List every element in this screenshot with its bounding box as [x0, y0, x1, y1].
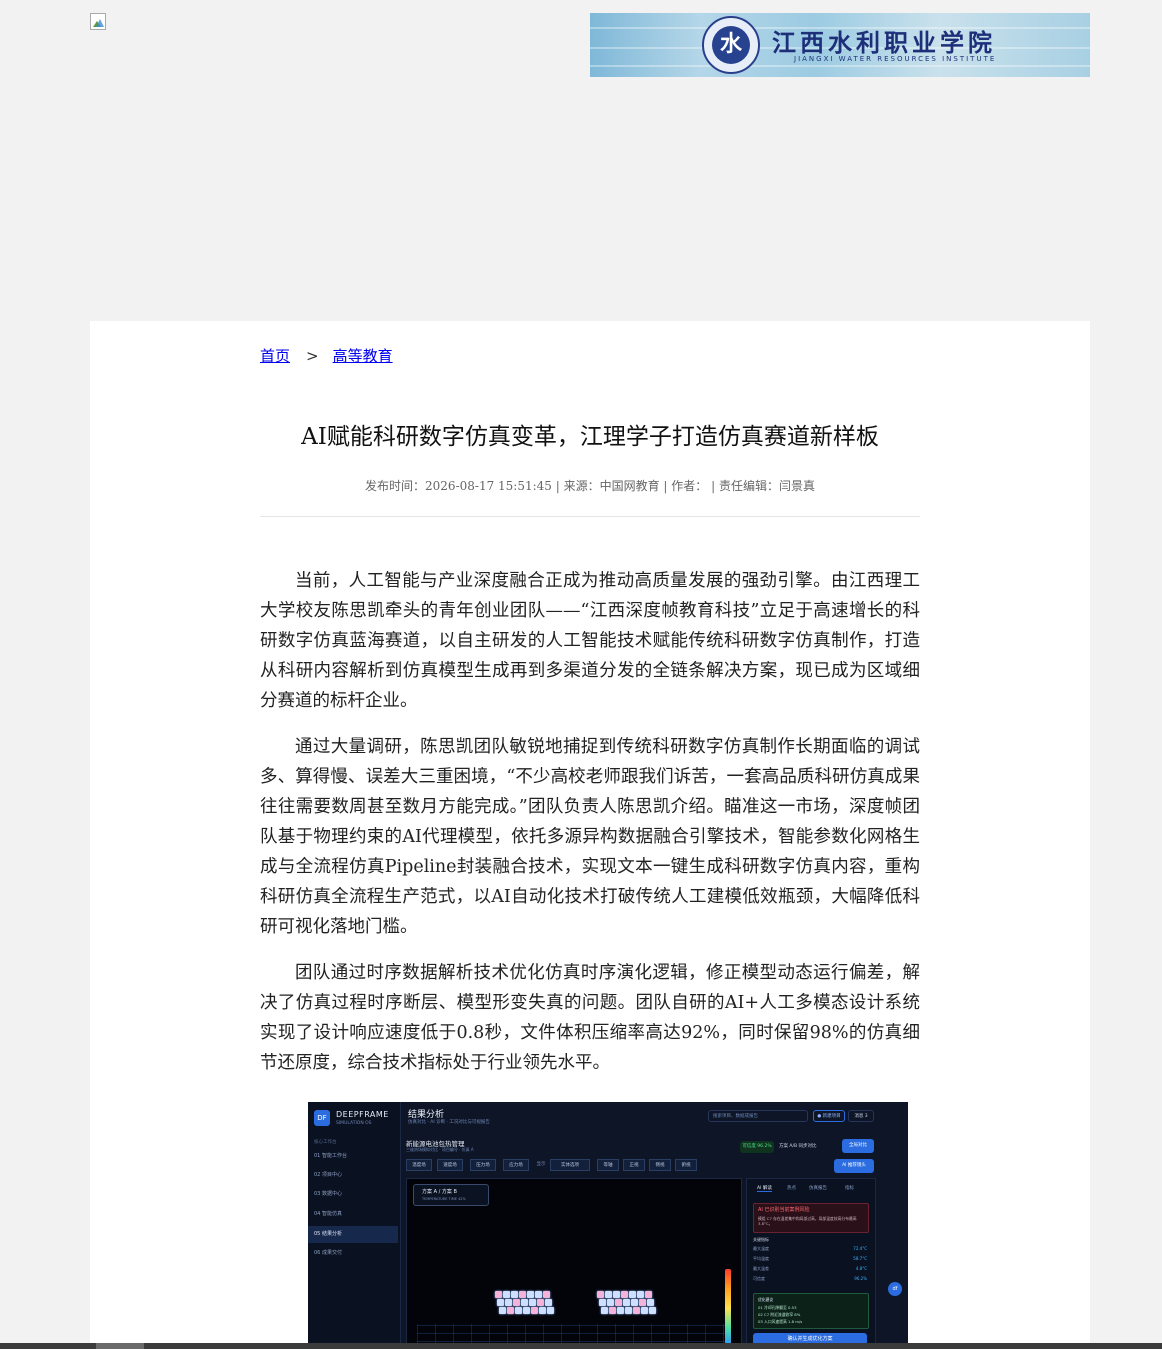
article-figure: DF DEEPFRAME SIMULATION OS 核心工作台 01 智能工作…: [308, 1102, 908, 1349]
figure-3d-viewport: 方案 A / 方案 B TEMPERATURE TIME 42%: [406, 1178, 742, 1349]
figure-panel-tab: 仿真报告: [809, 1186, 827, 1191]
figure-panel-tab: 指标: [845, 1186, 854, 1191]
figure-legend: 方案 A / 方案 B TEMPERATURE TIME 42%: [413, 1184, 489, 1206]
figure-brand-sub: SIMULATION OS: [336, 1121, 372, 1126]
figure-ai-button: AI 推荐镜头: [834, 1159, 874, 1173]
figure-nav-item: 01 智能工作台: [314, 1153, 347, 1159]
breadcrumb-separator: >: [306, 347, 319, 365]
article-body: 当前，人工智能与产业深度融合正成为推动高质量发展的强劲引擎。由江西理工大学校友陈…: [260, 566, 920, 1094]
broken-image-icon: [90, 13, 106, 30]
figure-tab: 俯视: [675, 1159, 697, 1171]
figure-brand: DEEPFRAME: [336, 1110, 389, 1119]
figure-tab-prefix: 显示: [536, 1162, 546, 1167]
scrollbar-thumb[interactable]: [96, 1343, 144, 1349]
figure-kpi: 平均温度 58.7°C: [753, 1256, 867, 1261]
article-paragraph: 团队通过时序数据解析技术优化仿真时序演化逻辑，修正模型动态运行偏差，解决了仿真过…: [260, 963, 920, 1073]
figure-tab: 应力场: [503, 1159, 529, 1171]
figure-sidebar: DF DEEPFRAME SIMULATION OS 核心工作台 01 智能工作…: [308, 1102, 401, 1349]
figure-tab: 实体选项: [550, 1159, 590, 1171]
figure-suggestions: 优化建议 01 冷却孔隙翻至 0.53 02 C7 附近流道收窄 8% 03 入…: [753, 1293, 869, 1329]
figure-status-badge: 可信度 96.2%: [740, 1141, 774, 1153]
figure-panel-tab: AI 解读: [757, 1186, 772, 1192]
bottom-scrollbar[interactable]: [0, 1343, 1162, 1349]
figure-nav-item: 02 项目中心: [314, 1172, 342, 1178]
figure-nav-item: 06 成果交付: [314, 1250, 342, 1256]
figure-tab: 速度场: [437, 1159, 463, 1171]
article-card: 首页 > 高等教育 AI赋能科研数字仿真变革，江理学子打造仿真赛道新样板 发布时间：…: [90, 321, 1090, 1349]
article-meta: 发布时间：2026-08-17 15:51:45 | 来源：中国网教育 | 作者…: [365, 479, 815, 493]
figure-search: 搜索项目、数据或报告: [708, 1110, 808, 1122]
figure-notify: 消息 3: [848, 1110, 874, 1122]
figure-run-button: 全局对比: [842, 1139, 874, 1153]
figure-alert: AI 已识别当前案例风险 模组 C7 存在温差集中和局部过高，局部温度较高分布最…: [753, 1203, 869, 1233]
school-seal-icon: 水: [702, 16, 760, 74]
figure-panel-tab: 热点: [787, 1186, 796, 1191]
figure-logo-icon: DF: [314, 1110, 330, 1126]
figure-float-button: df: [888, 1282, 902, 1296]
figure-tab: 侧视: [649, 1159, 671, 1171]
article-paragraph: 当前，人工智能与产业深度融合正成为推动高质量发展的强劲引擎。由江西理工大学校友陈…: [260, 571, 920, 711]
figure-nav-item: 03 数据中心: [314, 1191, 342, 1197]
figure-tab: 等轴: [597, 1159, 619, 1171]
title-divider: [260, 516, 920, 517]
figure-kpi: 最大温差 4.8°C: [753, 1266, 867, 1271]
figure-compare-label: 方案 A/B 同步对比: [779, 1144, 817, 1149]
figure-tab: 正视: [623, 1159, 645, 1171]
breadcrumb-category-link[interactable]: 高等教育: [333, 347, 393, 365]
figure-kpi: 可信度 96.2%: [753, 1276, 867, 1281]
figure-kpi: 最大温度 72.4°C: [753, 1246, 867, 1251]
breadcrumb: 首页 > 高等教育: [260, 345, 393, 366]
figure-new-button: ● 新建项目: [813, 1110, 845, 1122]
school-name-cn: 江西水利职业学院: [772, 28, 996, 57]
figure-tab: 压力场: [470, 1159, 496, 1171]
figure-nav-item: 04 智能仿真: [314, 1211, 342, 1217]
school-name-en: JIANGXI WATER RESOURCES INSTITUTE: [794, 55, 997, 63]
figure-colorbar: [725, 1269, 731, 1347]
figure-nav-item-active: 05 结果分析: [308, 1226, 398, 1243]
figure-nav-caption: 核心工作台: [314, 1140, 337, 1145]
figure-ai-panel: AI 解读 热点 仿真报告 指标 AI 已识别当前案例风险 模组 C7 存在温差…: [746, 1178, 876, 1349]
breadcrumb-home-link[interactable]: 首页: [260, 347, 290, 365]
figure-battery-cells-b: [597, 1291, 656, 1317]
article-title: AI赋能科研数字仿真变革，江理学子打造仿真赛道新样板: [301, 424, 879, 450]
school-banner[interactable]: 水 江西水利职业学院 JIANGXI WATER RESOURCES INSTI…: [590, 13, 1090, 77]
figure-kpi-caption: 关键指标: [753, 1237, 769, 1242]
article-paragraph: 通过大量调研，陈思凯团队敏锐地捕捉到传统科研数字仿真制作长期面临的调试多、算得慢…: [260, 737, 920, 937]
figure-battery-cells-a: [495, 1291, 554, 1317]
figure-section-sub: 三维热场模拟对比 · 项目编号 · 仿真 A: [406, 1147, 474, 1152]
figure-tab: 温度场: [406, 1159, 432, 1171]
figure-page-sub: 仿真对比 · AI 诊断 · 工况对比与可视报告: [408, 1120, 490, 1125]
